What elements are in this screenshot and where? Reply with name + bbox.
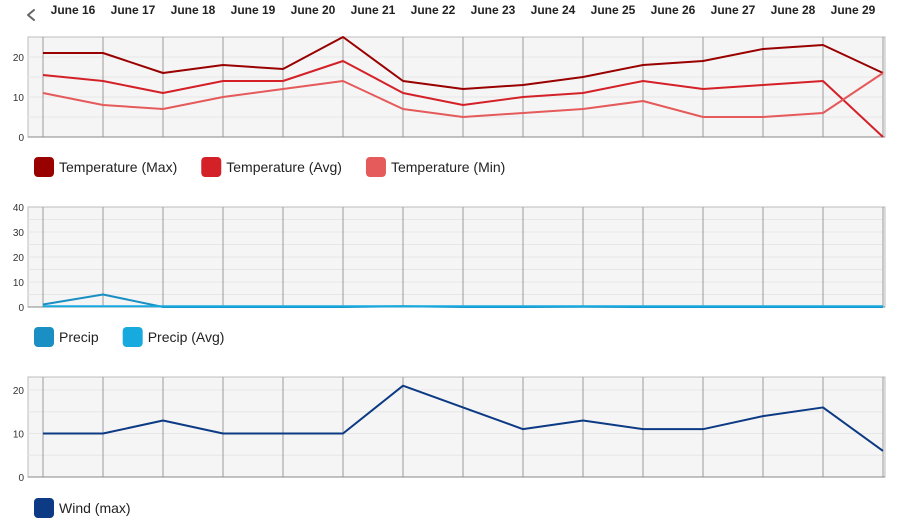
date-label: June 17 — [111, 3, 156, 17]
precip-chart: 0 10 20 30 40 Precip Precip (Avg) — [13, 203, 886, 347]
date-label: June 25 — [591, 3, 636, 17]
y-tick-label: 20 — [13, 386, 25, 397]
y-tick-label: 20 — [13, 53, 25, 64]
plot-area — [27, 36, 886, 138]
legend-label: Precip (Avg) — [148, 329, 225, 345]
date-label: June 19 — [231, 3, 276, 17]
legend-item[interactable]: Temperature (Min) — [365, 157, 505, 177]
legend-label: Temperature (Avg) — [226, 159, 342, 175]
y-tick-label: 0 — [18, 473, 24, 484]
date-label: June 28 — [771, 3, 816, 17]
legend-item[interactable]: Precip — [34, 327, 99, 347]
date-label: June 29 — [831, 3, 876, 17]
legend-swatch — [122, 327, 143, 347]
y-tick-label: 30 — [13, 228, 25, 239]
legend-swatch — [34, 157, 54, 177]
date-label: June 16 — [51, 3, 96, 17]
legend-label: Temperature (Min) — [391, 159, 505, 175]
date-label: June 26 — [651, 3, 696, 17]
date-label: June 24 — [531, 3, 576, 17]
y-tick-label: 0 — [18, 133, 24, 144]
legend-label: Temperature (Max) — [59, 159, 177, 175]
legend-swatch — [201, 157, 222, 177]
y-tick-label: 10 — [13, 93, 25, 104]
legend-item[interactable]: Wind (max) — [34, 498, 131, 518]
plot-area — [27, 376, 886, 478]
temperature-chart: 0 10 20 Temperature (Max) Temperature (Avg) T… — [13, 36, 886, 177]
y-tick-label: 10 — [13, 430, 25, 441]
date-label: June 27 — [711, 3, 756, 17]
date-label: June 21 — [351, 3, 396, 17]
legend-swatch — [34, 327, 54, 347]
y-tick-label: 0 — [18, 303, 24, 314]
legend-swatch — [34, 498, 54, 518]
date-label: June 22 — [411, 3, 456, 17]
previous-dates-button[interactable] — [22, 6, 40, 24]
wind-chart: 0 10 20 Wind (max) — [13, 376, 886, 518]
legend-item[interactable]: Temperature (Avg) — [201, 157, 342, 177]
legend-item[interactable]: Temperature (Max) — [34, 157, 177, 177]
y-tick-label: 20 — [13, 253, 25, 264]
weather-history-charts: June 16 June 17 June 18 June 19 June 20 June … — [13, 3, 886, 518]
legend-swatch — [365, 157, 386, 177]
date-label: June 20 — [291, 3, 336, 17]
date-label: June 23 — [471, 3, 516, 17]
date-header: June 16 June 17 June 18 June 19 June 20 June … — [22, 3, 876, 24]
y-tick-label: 40 — [13, 203, 25, 214]
legend-label: Precip — [59, 329, 99, 345]
legend-item[interactable]: Precip (Avg) — [122, 327, 225, 347]
date-label: June 18 — [171, 3, 216, 17]
legend-label: Wind (max) — [59, 500, 131, 516]
y-tick-label: 10 — [13, 278, 25, 289]
